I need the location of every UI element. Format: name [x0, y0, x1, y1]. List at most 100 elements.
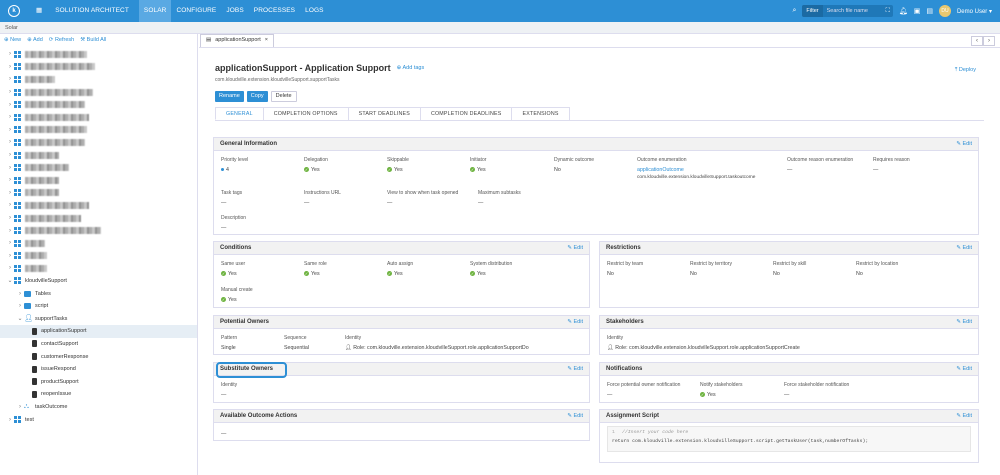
redacted-label [25, 264, 47, 272]
clipboard-icon[interactable]: ▤ [926, 7, 933, 15]
edit-button[interactable]: ✎ Edit [567, 366, 583, 372]
nav-brand[interactable]: ▦ SOLUTION ARCHITECT [26, 0, 139, 22]
chevron-right-icon: › [9, 101, 11, 108]
tree-item-redacted[interactable]: › [0, 224, 197, 237]
search-input[interactable] [822, 5, 883, 17]
delete-button[interactable]: Delete [270, 91, 297, 102]
rename-button[interactable]: Rename [215, 91, 244, 102]
tree-item-reopenissue[interactable]: reopenIssue [0, 388, 197, 401]
tree-item-tables[interactable]: › Tables [0, 287, 197, 300]
tree-item-contactsupport[interactable]: contactSupport [0, 338, 197, 351]
editor-tabbar: ▤ applicationSupport × ‹ › [199, 34, 1000, 48]
edit-button[interactable]: ✎ Edit [956, 413, 972, 419]
tab-start-deadlines[interactable]: START DEADLINES [347, 107, 421, 120]
code-editor[interactable]: 1 //Insert your code here return com.klou… [607, 426, 971, 452]
tree-item-redacted[interactable]: › [0, 149, 197, 162]
search-icon[interactable]: ⌕ [792, 7, 796, 15]
field-identity: Identity — [221, 382, 237, 398]
tree-item-redacted[interactable]: › [0, 111, 197, 124]
tree-item-redacted[interactable]: › [0, 212, 197, 225]
tree-item-taskoutcome[interactable]: › ⛬ taskOutcome [0, 401, 197, 414]
tree-item-redacted[interactable]: › [0, 199, 197, 212]
field-requires-reason: Requires reason — [873, 157, 910, 173]
module-icon [14, 164, 21, 172]
edit-button[interactable]: ✎ Edit [956, 366, 972, 372]
module-icon [14, 75, 21, 83]
tree-item-kloudvillesupport[interactable]: ⌄ kloudvilleSupport [0, 275, 197, 288]
add-button[interactable]: ⊕ Add [27, 37, 43, 43]
tab-completion-options[interactable]: COMPLETION OPTIONS [262, 107, 349, 120]
edit-button[interactable]: ✎ Edit [956, 319, 972, 325]
panel-title: Available Outcome Actions [220, 413, 298, 419]
build-all-button[interactable]: ⚒ Build All [80, 37, 106, 43]
tab-completion-deadlines[interactable]: COMPLETION DEADLINES [419, 107, 513, 120]
redacted-label [25, 214, 81, 222]
chevron-right-icon: › [9, 152, 11, 159]
tree-item-applicationsupport[interactable]: applicationSupport [0, 325, 197, 338]
deploy-button[interactable]: ⤒ Deploy [955, 67, 976, 74]
user-menu[interactable]: Demo User ▾ [957, 8, 992, 15]
field-value: — [304, 200, 310, 206]
tree-item-test[interactable]: › test [0, 413, 197, 426]
tree-item-supporttasks[interactable]: ⌄ 👤︎ supportTasks [0, 312, 197, 325]
nav-jobs[interactable]: JOBS [221, 0, 248, 22]
tree-item-redacted[interactable]: › [0, 237, 197, 250]
tree-item-redacted[interactable]: › [0, 262, 197, 275]
nav-processes[interactable]: PROCESSES [249, 0, 300, 22]
refresh-label: Refresh [54, 37, 75, 43]
tree-item-redacted[interactable]: › [0, 250, 197, 263]
check-icon: ✓ [387, 167, 392, 173]
edit-button[interactable]: ✎ Edit [567, 319, 583, 325]
edit-button[interactable]: ✎ Edit [956, 141, 972, 147]
chevron-left-icon[interactable]: ‹ [971, 36, 983, 46]
refresh-button[interactable]: ⟳ Refresh [49, 37, 74, 43]
tab-applicationsupport[interactable]: ▤ applicationSupport × [200, 34, 274, 47]
filter-dropdown[interactable]: Filter [802, 5, 823, 17]
copy-button[interactable]: Copy [246, 91, 268, 102]
tree-item-redacted[interactable]: › [0, 86, 197, 99]
tab-general[interactable]: GENERAL [215, 107, 264, 120]
redacted-label [25, 101, 85, 109]
tree-item-customerresponse[interactable]: customerResponse [0, 350, 197, 363]
substitute-owners-panel: Substitute Owners ✎ Edit Identity — [213, 362, 590, 403]
field-label: Requires reason [873, 157, 910, 163]
close-icon[interactable]: × [265, 37, 268, 45]
tree-item-redacted[interactable]: › [0, 98, 197, 111]
tab-extensions[interactable]: EXTENSIONS [511, 107, 570, 120]
field-initiator: Initiator ✓ Yes [470, 157, 486, 173]
tree-item-script[interactable]: › script [0, 300, 197, 313]
redacted-label [25, 50, 87, 58]
nav-logs[interactable]: LOGS [300, 0, 328, 22]
tree-item-productsupport[interactable]: productSupport [0, 375, 197, 388]
tree-item-redacted[interactable]: › [0, 161, 197, 174]
expand-icon[interactable]: ⛶ [883, 8, 893, 15]
tree-item-redacted[interactable]: › [0, 124, 197, 137]
calendar-icon[interactable]: ▣ [914, 7, 921, 15]
panel-title: Substitute Owners [220, 366, 274, 372]
panel-header: Assignment Script ✎ Edit [600, 410, 978, 423]
tree-item-redacted[interactable]: › [0, 61, 197, 74]
avatar[interactable]: DU [938, 5, 951, 17]
field-auto-assign: Auto assign ✓ Yes [387, 261, 413, 277]
new-button[interactable]: ⊕ New [4, 37, 21, 43]
nav-solar[interactable]: SOLAR [138, 0, 172, 22]
chevron-right-icon[interactable]: › [983, 36, 995, 46]
edit-button[interactable]: ✎ Edit [956, 245, 972, 251]
nav-configure[interactable]: CONFIGURE [171, 0, 221, 22]
tree-item-redacted[interactable]: › [0, 187, 197, 200]
add-tags-button[interactable]: ⊕ Add tags [397, 65, 425, 71]
tree-item-issuerespond[interactable]: issueRespond [0, 363, 197, 376]
tree-item-redacted[interactable]: › [0, 174, 197, 187]
field-value: — [607, 392, 613, 398]
tree-item-redacted[interactable]: › [0, 136, 197, 149]
edit-button[interactable]: ✎ Edit [567, 413, 583, 419]
tree-label: Tables [35, 290, 51, 297]
tree-item-redacted[interactable]: › [0, 48, 197, 61]
edit-button[interactable]: ✎ Edit [567, 245, 583, 251]
bell-icon[interactable]: 🔔︎ [899, 7, 908, 15]
value-text: Role: com.kloudville.extension.kloudvill… [615, 345, 800, 351]
outcome-link[interactable]: applicationOutcome [637, 167, 755, 173]
value-text: Yes [707, 392, 716, 398]
logo-icon[interactable]: k [8, 5, 20, 17]
tree-item-redacted[interactable]: › [0, 73, 197, 86]
